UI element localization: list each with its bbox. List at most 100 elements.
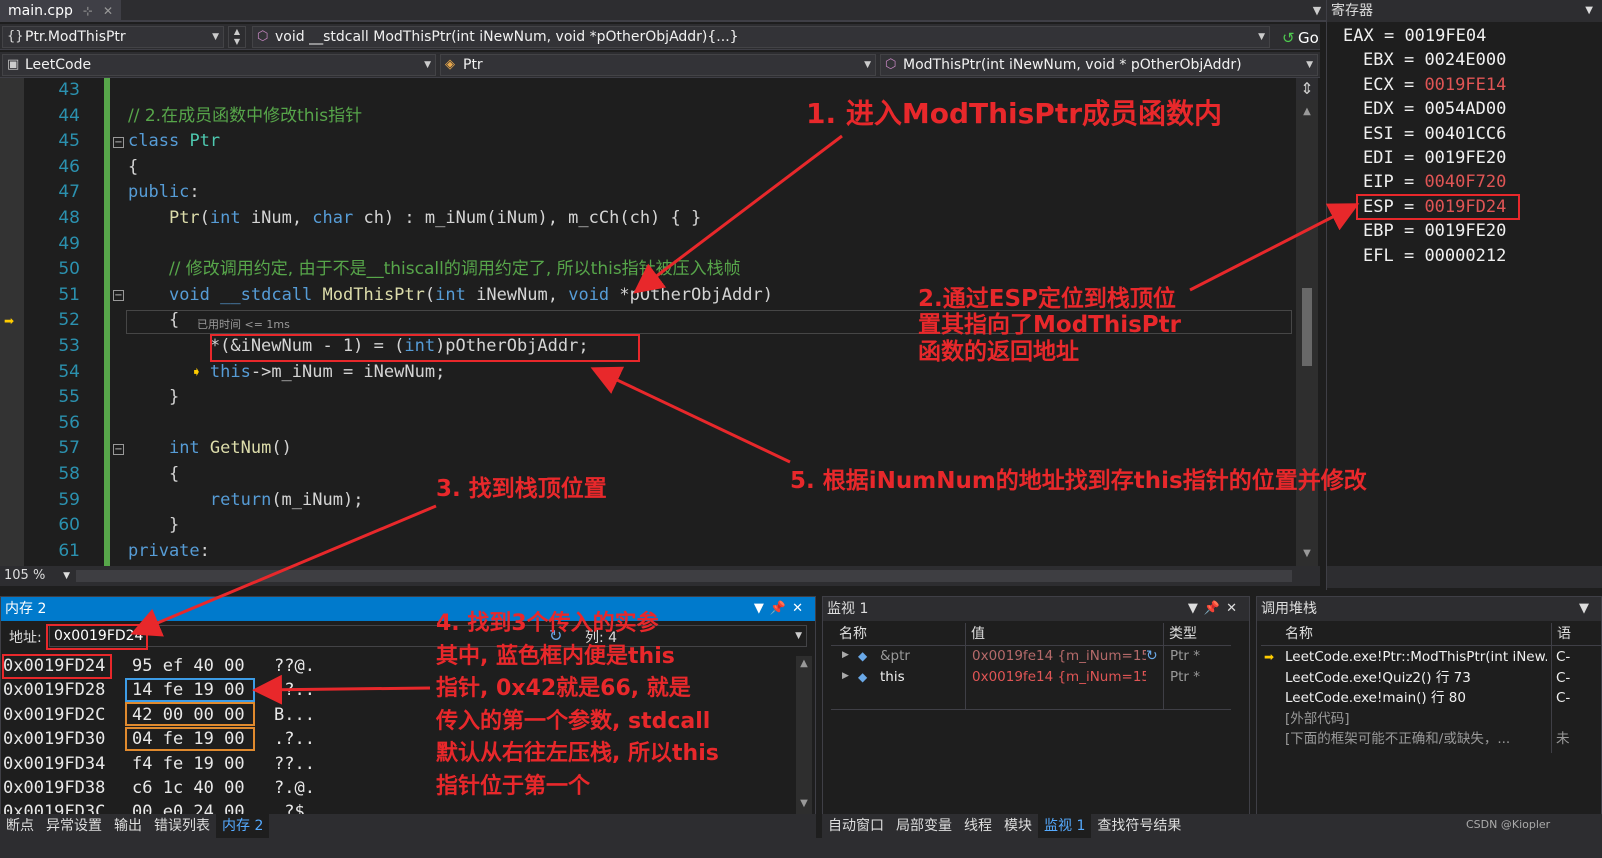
- register-row[interactable]: EIP = 0040F720: [1363, 170, 1506, 194]
- code-line-59: return(m_iNum);: [209, 489, 364, 510]
- register-row[interactable]: EDX = 0054AD00: [1363, 97, 1506, 121]
- registers-header: 寄存器 ▼: [1327, 0, 1602, 22]
- code-line-50: // 修改调用约定, 由于不是__thiscall的调用约定了, 所以this指…: [168, 259, 741, 280]
- line-number: 48: [58, 208, 80, 228]
- member-combo[interactable]: ⬡ ModThisPtr(int iNewNum, void * pOtherO…: [880, 54, 1318, 76]
- highlight-box-line-53: [210, 334, 640, 362]
- register-name: ESI: [1363, 123, 1394, 144]
- code-line-48: Ptr(int iNum, char ch) : m_iNum(iNum), m…: [168, 208, 702, 228]
- split-window-icon[interactable]: ⇕: [1296, 78, 1318, 100]
- bottom-tab[interactable]: 自动窗口: [822, 814, 890, 838]
- zoom-combo[interactable]: 105 % ▼: [2, 566, 72, 586]
- watch-col-value[interactable]: 值: [971, 623, 985, 645]
- register-row[interactable]: EBX = 0024E000: [1363, 48, 1506, 72]
- memory-vscrollbar[interactable]: ▲ ▼: [796, 656, 812, 814]
- close-icon[interactable]: ✕: [1226, 601, 1243, 616]
- watch-type: Ptr *: [1170, 669, 1201, 685]
- close-icon[interactable]: ✕: [792, 601, 809, 616]
- highlight-box-mem-addr: [2, 654, 112, 679]
- go-button[interactable]: ↺ Go: [1280, 26, 1320, 50]
- register-row[interactable]: EAX = 0019FE04: [1343, 24, 1486, 48]
- line-number: 53: [58, 336, 80, 356]
- class-combo[interactable]: ◈ Ptr ▼: [440, 54, 876, 76]
- register-row[interactable]: EFL = 00000212: [1363, 244, 1506, 268]
- bottom-tab[interactable]: 模块: [998, 814, 1038, 838]
- code-line-46: {: [128, 156, 139, 177]
- watch-type: Ptr *: [1170, 648, 1201, 664]
- bottom-tab[interactable]: 异常设置: [40, 814, 108, 838]
- scroll-down-icon[interactable]: ▼: [1296, 548, 1318, 559]
- editor-scroll-thumb[interactable]: [1302, 288, 1312, 366]
- tab-main-cpp[interactable]: main.cpp ⊹ ✕: [0, 0, 122, 22]
- register-value: 0040F720: [1424, 172, 1507, 193]
- close-icon[interactable]: ✕: [103, 0, 113, 22]
- scroll-down-icon[interactable]: ▼: [796, 798, 812, 809]
- code-line-60: }: [128, 515, 180, 536]
- project-combo[interactable]: ▣ LeetCode ▼: [2, 54, 436, 76]
- register-row[interactable]: ECX = 0019FE14: [1363, 73, 1506, 97]
- bottom-tab[interactable]: 监视 1: [1038, 814, 1092, 838]
- code-line-52: {: [128, 310, 180, 331]
- go-arrow-icon: ↺: [1282, 29, 1295, 47]
- register-row[interactable]: ESI = 00401CC6: [1363, 122, 1506, 146]
- spin-buttons[interactable]: ▲ ▼: [228, 26, 246, 48]
- callstack-col-lang[interactable]: 语: [1557, 623, 1571, 645]
- editor-status-strip: 105 % ▼: [0, 566, 1320, 586]
- pin-icon[interactable]: 📌: [770, 601, 792, 616]
- line-number: 56: [58, 412, 80, 433]
- register-name: ECX: [1363, 74, 1394, 95]
- grid-divider: [1261, 645, 1601, 646]
- chevron-down-icon[interactable]: ▼: [1579, 601, 1595, 616]
- callstack-frame-name: LeetCode.exe!Ptr::ModThisPtr(int iNew...: [1285, 649, 1547, 665]
- bottom-tab[interactable]: 局部变量: [890, 814, 958, 838]
- expand-arrow-icon[interactable]: ▶: [842, 650, 849, 660]
- pin-icon[interactable]: 📌: [1204, 601, 1226, 616]
- chevron-down-icon[interactable]: ▼: [1585, 0, 1593, 22]
- register-row[interactable]: EDI = 0019FE20: [1363, 146, 1506, 170]
- bottom-tab[interactable]: 输出: [108, 814, 148, 838]
- memory-address: 0x0019FD34: [3, 753, 106, 774]
- bottom-tab[interactable]: 线程: [958, 814, 998, 838]
- expand-arrow-icon[interactable]: ▶: [842, 671, 849, 681]
- pin-icon[interactable]: ⊹: [83, 0, 93, 22]
- bottom-tab[interactable]: 查找符号结果: [1091, 814, 1187, 838]
- watch-header: 监视 1 ▼📌✕: [823, 597, 1249, 621]
- chevron-down-icon[interactable]: ▼: [754, 601, 770, 616]
- scroll-up-icon[interactable]: ▲: [1296, 106, 1318, 117]
- bottom-tab[interactable]: 断点: [0, 814, 40, 838]
- watch-name: &ptr: [880, 648, 910, 664]
- scroll-up-icon[interactable]: ▲: [796, 658, 812, 669]
- code-line-44: // 2.在成员函数中修改this指针: [128, 105, 363, 126]
- chevron-down-icon: ▼: [864, 60, 871, 70]
- bottom-tab[interactable]: 错误列表: [148, 814, 216, 838]
- line-number: 59: [58, 489, 80, 510]
- registers-hscrollbar[interactable]: [1327, 566, 1602, 588]
- refresh-icon[interactable]: ↻: [1146, 646, 1158, 667]
- watch-col-name[interactable]: 名称: [839, 623, 867, 645]
- editor-horizontal-scrollbar[interactable]: [76, 570, 1292, 582]
- orange-box-arg2: [125, 727, 255, 751]
- function-combo[interactable]: ⬡ void __stdcall ModThisPtr(int iNewNum,…: [252, 26, 1270, 48]
- callstack-frame-name: [外部代码]: [1285, 710, 1350, 727]
- collapse-icon[interactable]: −: [113, 290, 124, 301]
- register-row[interactable]: EBP = 0019FE20: [1363, 219, 1506, 243]
- class-combo-label: Ptr: [463, 57, 483, 73]
- orange-box-arg1: [125, 702, 255, 726]
- current-frame-arrow-icon: ➡: [1264, 650, 1275, 664]
- watch-col-type[interactable]: 类型: [1169, 623, 1197, 645]
- memory-bytes: c6 1c 40 00: [132, 778, 245, 798]
- register-equals: =: [1393, 99, 1425, 120]
- collapse-icon[interactable]: −: [113, 444, 124, 455]
- callstack-frame-name: [下面的框架可能不正确和/或缺失，...: [1285, 731, 1511, 747]
- register-value: 0019FE20: [1424, 148, 1507, 168]
- register-equals: =: [1393, 123, 1425, 144]
- chevron-down-icon[interactable]: ▼: [1188, 601, 1204, 616]
- line-number: 52: [58, 310, 80, 331]
- bottom-tab[interactable]: 内存 2: [216, 814, 270, 838]
- callstack-col-name[interactable]: 名称: [1285, 623, 1313, 645]
- scope-combo[interactable]: {} Ptr.ModThisPtr ▼: [2, 26, 224, 48]
- code-line-55: }: [128, 387, 180, 408]
- collapse-icon[interactable]: −: [113, 137, 124, 148]
- register-equals: =: [1373, 26, 1405, 46]
- tab-list-dropdown-icon[interactable]: ▼: [1306, 0, 1328, 22]
